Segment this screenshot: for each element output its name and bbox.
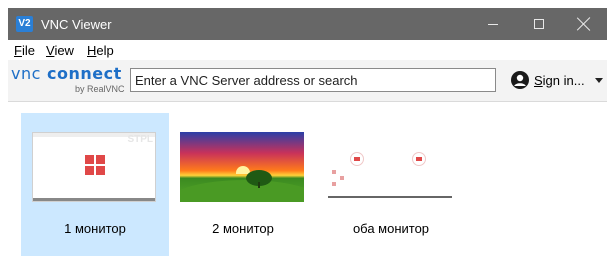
- close-button[interactable]: [561, 8, 607, 40]
- menu-help-mnemonic: H: [87, 43, 97, 58]
- logo-vnc-text: vnc: [11, 64, 41, 83]
- sign-in-text: ign in...: [542, 72, 585, 88]
- connection-tile[interactable]: оба монитор: [317, 113, 465, 256]
- connection-thumbnail: [180, 132, 304, 202]
- thumbnail-watermark: STPL: [127, 134, 153, 145]
- menu-bar: File View Help: [8, 40, 607, 60]
- connection-label: 2 монитор: [212, 221, 274, 236]
- connection-tile[interactable]: 2 монитор: [169, 113, 317, 256]
- search-input[interactable]: [130, 68, 496, 92]
- vnc-viewer-app-icon: V2: [16, 16, 33, 32]
- close-icon: [577, 17, 591, 31]
- connection-label: оба монитор: [352, 221, 430, 236]
- sign-in-button[interactable]: Sign in...: [511, 68, 603, 92]
- vnc-connect-logo: vnc connect by RealVNC: [11, 65, 131, 99]
- logo-subtitle: by RealVNC: [75, 84, 125, 94]
- connection-thumbnail: [328, 132, 452, 202]
- menu-file-mnemonic: F: [14, 43, 22, 58]
- logo-wordmark: vnc connect: [11, 65, 122, 83]
- menu-file[interactable]: File: [14, 43, 35, 58]
- menu-view-label: iew: [54, 43, 74, 58]
- minimize-icon: [488, 23, 498, 25]
- logo-connect-text: connect: [46, 64, 122, 83]
- menu-help-label: elp: [96, 43, 114, 58]
- maximize-button[interactable]: [516, 8, 562, 40]
- toolbar: vnc connect by RealVNC Sign in...: [8, 60, 607, 102]
- connection-thumbnail: STPL: [32, 132, 156, 202]
- person-icon: [511, 71, 529, 89]
- chevron-down-icon[interactable]: [594, 77, 603, 83]
- menu-help[interactable]: Help: [87, 43, 114, 58]
- address-book: STPL 1 монитор 2 монитор оба монитор: [8, 103, 607, 265]
- menu-view[interactable]: View: [46, 43, 74, 58]
- sign-in-label: Sign in...: [534, 73, 585, 88]
- minimize-button[interactable]: [470, 8, 516, 40]
- sign-in-mnemonic: S: [534, 72, 543, 88]
- connection-label: 1 монитор: [64, 221, 126, 236]
- title-bar: V2 VNC Viewer: [8, 8, 607, 40]
- connection-tile[interactable]: STPL 1 монитор: [21, 113, 169, 256]
- maximize-icon: [534, 19, 544, 29]
- window-title: VNC Viewer: [41, 17, 112, 32]
- menu-file-label: ile: [21, 43, 35, 58]
